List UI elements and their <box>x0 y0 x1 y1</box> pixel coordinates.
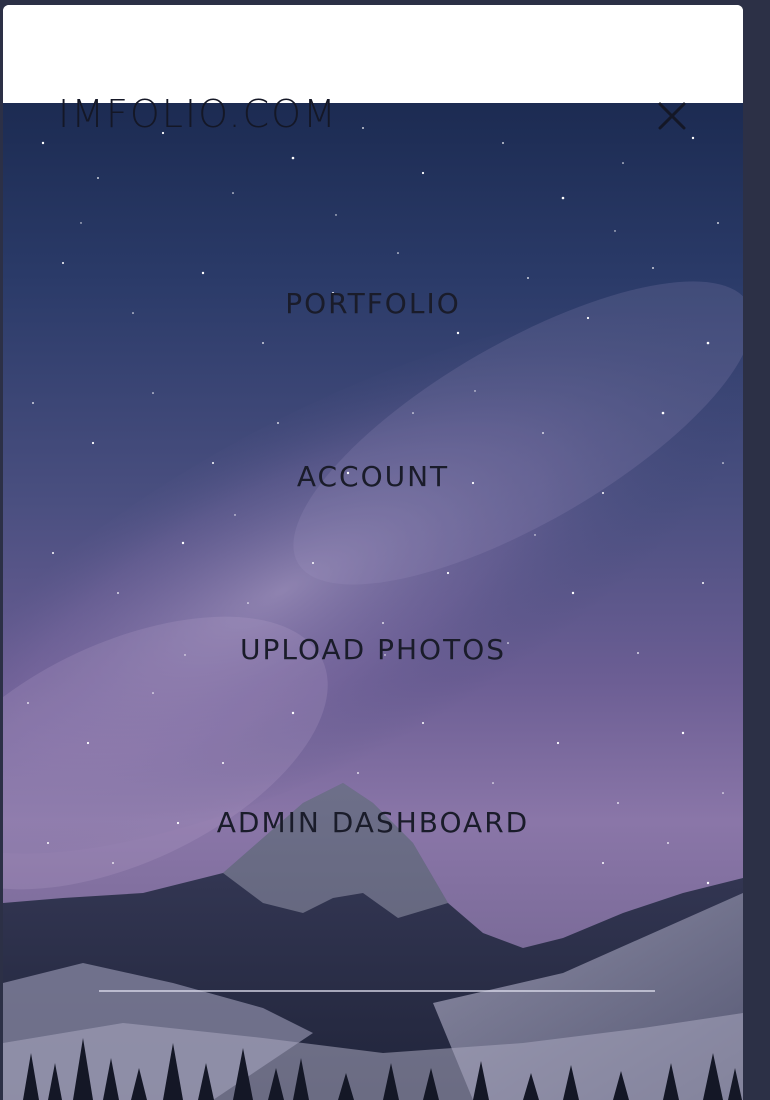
menu-item-account[interactable]: ACCOUNT <box>3 460 743 493</box>
app-frame: PORTFOLIO ACCOUNT UPLOAD PHOTOS ADMIN DA… <box>0 0 770 1100</box>
brand-logo-text[interactable]: IMFOLIO.COM <box>58 92 338 136</box>
close-button[interactable] <box>654 98 690 134</box>
menu-overlay-panel: PORTFOLIO ACCOUNT UPLOAD PHOTOS ADMIN DA… <box>3 5 743 1100</box>
close-icon <box>658 102 686 130</box>
menu-item-admin-dashboard[interactable]: ADMIN DASHBOARD <box>3 806 743 839</box>
nav-menu: PORTFOLIO ACCOUNT UPLOAD PHOTOS ADMIN DA… <box>3 5 743 1100</box>
menu-item-upload-photos[interactable]: UPLOAD PHOTOS <box>3 633 743 666</box>
menu-item-portfolio[interactable]: PORTFOLIO <box>3 287 743 320</box>
